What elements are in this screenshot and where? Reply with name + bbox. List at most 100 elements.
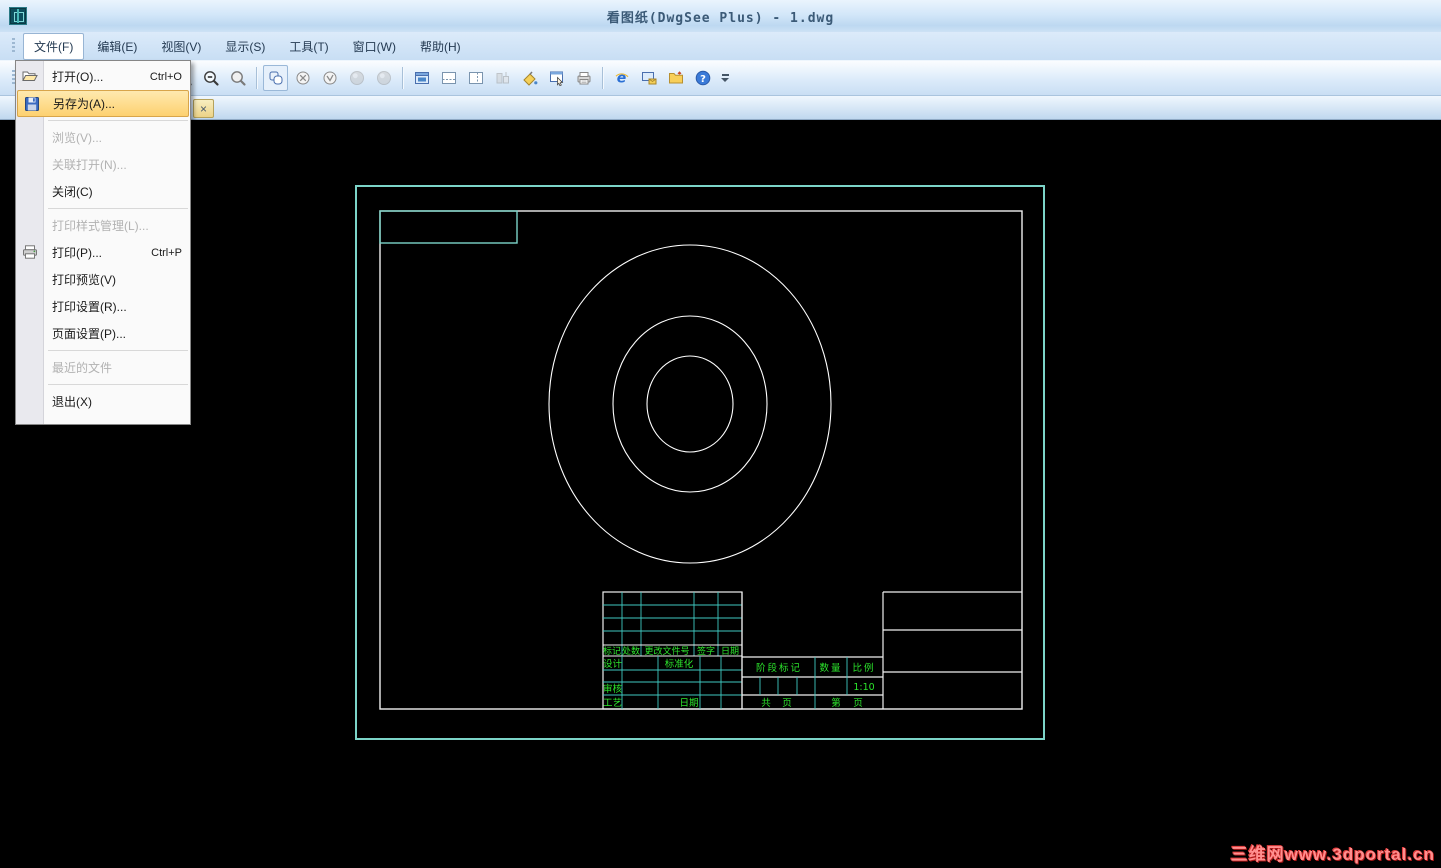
menu-item-save-as[interactable]: 另存为(A)... <box>17 90 189 117</box>
circle-cross-icon <box>296 71 309 85</box>
close-icon: × <box>199 101 207 116</box>
part-circles <box>548 244 832 564</box>
menu-item-print-setup[interactable]: 打印设置(R)... <box>16 293 190 320</box>
menu-item-open[interactable]: 打开(O)... Ctrl+O <box>16 63 190 90</box>
menu-window[interactable]: 窗口(W) <box>342 33 407 60</box>
menubar-grip-handle[interactable] <box>12 38 15 54</box>
svg-text:第: 第 <box>831 697 841 709</box>
print-list-icon <box>577 72 590 85</box>
menu-separator <box>48 350 188 351</box>
svg-text:e: e <box>616 71 626 87</box>
menu-help[interactable]: 帮助(H) <box>409 33 472 60</box>
svg-text:阶段标记: 阶段标记 <box>756 662 802 674</box>
svg-text:工艺: 工艺 <box>603 698 622 709</box>
watermark: 三维网www.3dportal.cn <box>1230 845 1435 864</box>
window-horizontal-split-button[interactable] <box>436 65 461 91</box>
circle-cross-button[interactable] <box>290 65 315 91</box>
svg-text:页: 页 <box>782 698 792 709</box>
sphere-icon <box>349 71 364 85</box>
properties-icon <box>549 71 563 87</box>
send-mail-icon <box>641 72 656 85</box>
menu-item-plot-style-manager[interactable]: 打印样式管理(L)... <box>16 212 190 239</box>
properties-button[interactable] <box>544 65 569 91</box>
svg-text:比例: 比例 <box>852 662 875 674</box>
open-file-icon <box>21 67 39 85</box>
structure-button[interactable] <box>490 65 515 91</box>
chevron-down-icon <box>721 77 729 82</box>
drawing-canvas[interactable]: 标记 处数 更改文件号 签字 日期 设计 标准化 审核 工艺 日期 阶段标记 数… <box>0 120 1441 868</box>
menu-item-exit[interactable]: 退出(X) <box>16 388 190 415</box>
open-folder-button[interactable] <box>663 65 688 91</box>
svg-text:审核: 审核 <box>603 683 623 695</box>
menu-item-browse[interactable]: 浏览(V)... <box>16 124 190 151</box>
menu-display[interactable]: 显示(S) <box>214 33 276 60</box>
menu-bar: 文件(F) 编辑(E) 视图(V) 显示(S) 工具(T) 窗口(W) 帮助(H… <box>0 32 1441 60</box>
app-icon <box>9 7 27 25</box>
print-list-button[interactable] <box>571 65 596 91</box>
svg-text:标记: 标记 <box>603 645 621 657</box>
menu-tools[interactable]: 工具(T) <box>278 33 339 60</box>
menu-view[interactable]: 视图(V) <box>150 33 212 60</box>
zoom-realtime-button[interactable] <box>225 65 250 91</box>
svg-text:处数: 处数 <box>622 645 640 657</box>
svg-text:数量: 数量 <box>819 662 842 674</box>
menu-item-recent-files[interactable]: 最近的文件 <box>16 354 190 381</box>
structure-icon <box>496 72 509 84</box>
window-title: 看图纸(DwgSee Plus) - 1.dwg <box>606 10 835 26</box>
svg-text:?: ? <box>700 74 706 85</box>
svg-text:页: 页 <box>853 698 863 709</box>
printer-icon <box>21 243 39 261</box>
menu-item-associated-open[interactable]: 关联打开(N)... <box>16 151 190 178</box>
viewport-overlap-button[interactable] <box>263 65 288 91</box>
window-single-button[interactable] <box>409 65 434 91</box>
svg-text:签字: 签字 <box>697 645 715 657</box>
zoom-out-button[interactable] <box>198 65 223 91</box>
viewport-overlap-icon <box>269 71 282 85</box>
window-vertical-split-button[interactable] <box>463 65 488 91</box>
title-bar: 看图纸(DwgSee Plus) - 1.dwg <box>0 0 1441 32</box>
fill-style-icon <box>522 71 537 86</box>
menu-file[interactable]: 文件(F) <box>23 32 85 60</box>
menu-item-print[interactable]: 打印(P)... Ctrl+P <box>16 239 190 266</box>
open-folder-icon <box>668 71 683 84</box>
menu-separator <box>48 120 188 121</box>
menu-item-close[interactable]: 关闭(C) <box>16 178 190 205</box>
svg-text:日期: 日期 <box>721 646 739 657</box>
dwg-drawing: 标记 处数 更改文件号 签字 日期 设计 标准化 审核 工艺 日期 阶段标记 数… <box>355 185 1045 740</box>
send-mail-button[interactable] <box>636 65 661 91</box>
internet-explorer-button[interactable]: e <box>609 65 634 91</box>
internet-explorer-icon: e <box>615 71 628 87</box>
menu-separator <box>48 208 188 209</box>
document-tab-strip: × <box>0 96 1441 120</box>
toolbar-overflow-bar <box>721 74 729 76</box>
svg-text:日期: 日期 <box>679 698 698 709</box>
window-vertical-split-icon <box>468 72 483 84</box>
circle-check-button[interactable] <box>317 65 342 91</box>
sphere-button-1[interactable] <box>344 65 369 91</box>
circle-check-icon <box>323 71 336 85</box>
sphere-button-2[interactable] <box>371 65 396 91</box>
toolbar-overflow-button[interactable] <box>718 65 732 91</box>
svg-text:标准化: 标准化 <box>665 658 694 670</box>
zoom-out-icon <box>203 71 219 86</box>
svg-text:共: 共 <box>761 698 771 709</box>
window-horizontal-split-icon <box>441 72 456 84</box>
menu-edit[interactable]: 编辑(E) <box>86 33 148 60</box>
menu-separator <box>48 384 188 385</box>
svg-text:设计: 设计 <box>603 658 623 670</box>
window-single-icon <box>414 72 429 84</box>
menu-item-print-preview[interactable]: 打印预览(V) <box>16 266 190 293</box>
tab-close-button[interactable]: × <box>193 99 214 118</box>
toolbar: e ? <box>0 60 1441 96</box>
file-menu-popup: 打开(O)... Ctrl+O 另存为(A)... 浏览(V)... 关联打开(… <box>15 60 191 425</box>
title-block: 标记 处数 更改文件号 签字 日期 设计 标准化 审核 工艺 日期 阶段标记 数… <box>602 591 1022 710</box>
zoom-realtime-icon <box>230 71 246 86</box>
sphere-icon <box>376 71 391 85</box>
help-button[interactable]: ? <box>690 65 715 91</box>
save-icon <box>23 95 41 113</box>
help-icon: ? <box>695 70 710 86</box>
svg-text:更改文件号: 更改文件号 <box>644 645 689 657</box>
svg-text:1:10: 1:10 <box>853 682 874 693</box>
fill-style-button[interactable] <box>517 65 542 91</box>
menu-item-page-setup[interactable]: 页面设置(P)... <box>16 320 190 347</box>
